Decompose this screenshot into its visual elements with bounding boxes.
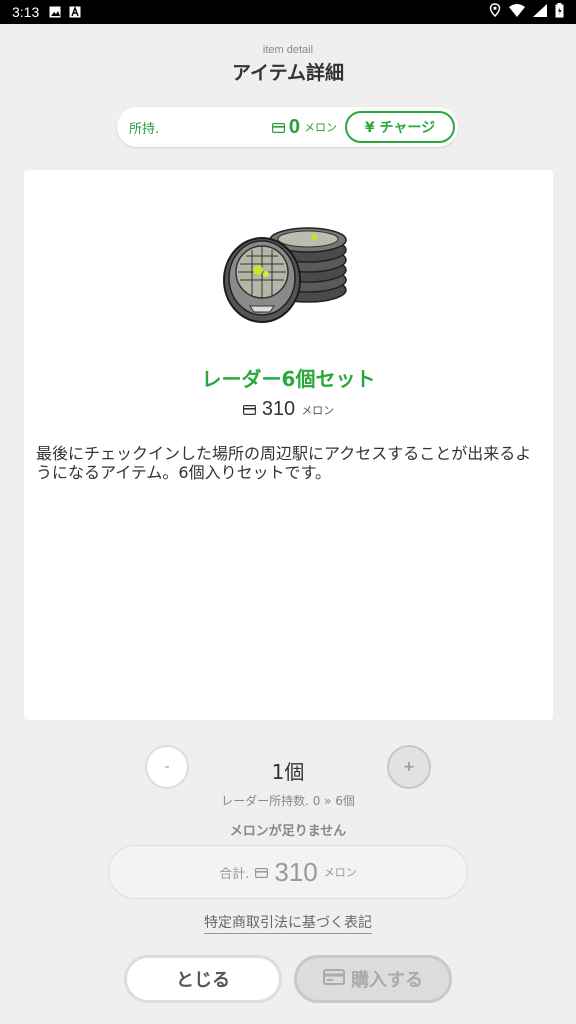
close-button[interactable]: とじる [124,955,282,1003]
item-price-unit: メロン [301,403,335,417]
status-bar: 3:13 [0,0,576,24]
card-icon [255,863,269,882]
total-value: 310 [274,856,318,887]
wifi-icon [509,3,525,21]
item-price: 310 メロン [24,398,553,421]
status-icons [489,2,564,22]
law-link-row: 特定商取引法に基づく表記 [0,912,576,934]
location-icon [489,3,501,21]
item-price-value: 310 [261,398,296,420]
balance-unit: メロン [304,121,337,134]
battery-icon [555,2,564,22]
item-description: 最後にチェックインした場所の周辺駅にアクセスすることが出来るようになるアイテム。… [36,444,532,482]
balance-bar: 所持. 0 メロン ¥ チャージ [117,107,458,147]
radar-item-image [220,222,360,332]
charge-button[interactable]: ¥ チャージ [345,111,455,143]
status-time: 3:13 [12,4,40,20]
balance-amount: 0 メロン [271,115,337,139]
item-name: レーダー6個セット [201,367,376,391]
card-icon [271,118,285,137]
close-button-label: とじる [176,970,230,991]
item-card: レーダー6個セット 310 メロン 最後にチェックインした場所の周辺駅にアクセス… [24,170,553,720]
balance-value: 0 [288,115,300,138]
card-icon [242,400,256,419]
commercial-law-link[interactable]: 特定商取引法に基づく表記 [204,915,372,934]
balance-label: 所持. [129,121,160,137]
insufficient-balance-warning: メロンが足りません [229,824,347,839]
quantity-value: 1個 [271,760,305,784]
total-price-box: 合計. 310 メロン [108,845,468,899]
buy-button[interactable]: 購入する [294,955,452,1003]
page-header: item detail アイテム詳細 [0,44,576,85]
total-unit: メロン [323,866,357,879]
page-title: アイテム詳細 [231,62,345,84]
image-icon [49,6,61,18]
card-icon [323,968,345,990]
owned-count-text: レーダー所持数. 0 » 6個 [221,794,355,808]
page-subtitle: item detail [262,44,314,56]
buy-button-label: 購入する [351,970,423,991]
a-icon [69,6,81,18]
increase-quantity-button[interactable]: + [387,745,431,789]
signal-icon [533,3,547,21]
total-label: 合計. [219,866,250,882]
